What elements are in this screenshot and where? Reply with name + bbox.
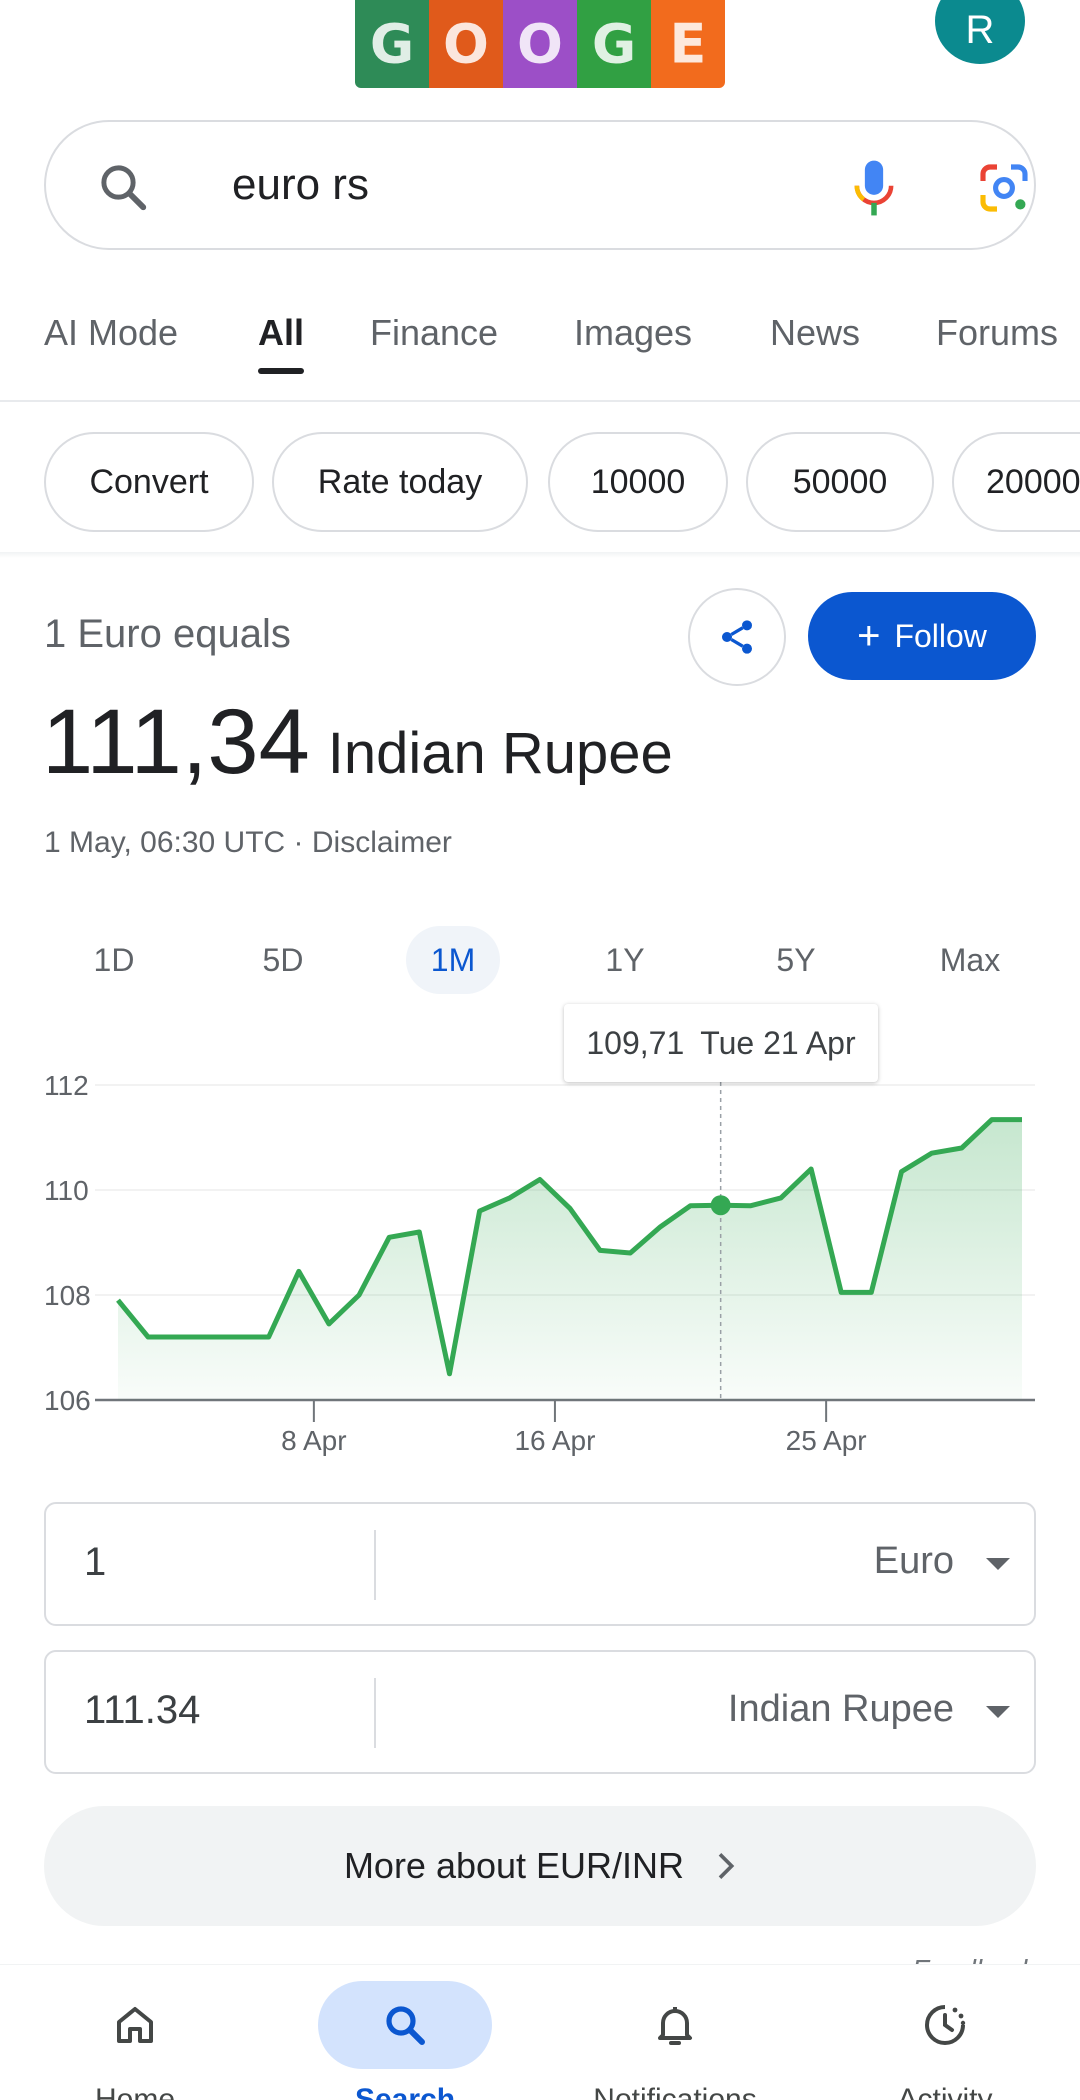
converter-to-row: 111.34 Indian Rupee [44,1650,1036,1774]
target-currency-name: Indian Rupee [327,721,673,786]
exchange-rate-value: 111,34 Indian Rupee [42,690,673,795]
tab-all[interactable]: All [258,312,304,354]
from-amount-input[interactable]: 1 [84,1540,106,1585]
bell-icon [658,2007,692,2045]
activity-icon [925,2005,966,2045]
tab-news[interactable]: News [770,312,860,354]
tooltip-date: Tue 21 Apr [700,1024,856,1061]
search-icon [386,2006,425,2045]
plus-icon: + [857,614,881,658]
y-tick-label: 112 [44,1070,89,1101]
nav-label: Activity [897,2083,993,2100]
range-5y[interactable]: 5Y [750,926,842,994]
search-box[interactable]: euro rs [44,120,1036,250]
x-tick-label: 25 Apr [786,1425,867,1456]
chip-50000[interactable]: 50000 [746,432,934,532]
x-tick-label: 16 Apr [514,1425,595,1456]
nav-activity[interactable]: Activity [810,1965,1080,2100]
search-icon [101,165,147,211]
tab-ai-mode[interactable]: AI Mode [44,312,178,354]
range-1m[interactable]: 1M [406,926,500,994]
exchange-rate-chart[interactable]: 106 108 110 112 8 Apr 16 Apr 25 Apr [0,1000,1080,1470]
y-tick-label: 106 [44,1385,91,1416]
converter-from-row: 1 Euro [44,1502,1036,1626]
tab-forums[interactable]: Forums [936,312,1058,354]
chevron-down-icon[interactable] [986,1558,1010,1570]
nav-label: Home [94,2083,176,2100]
home-icon [117,2007,153,2043]
chips-divider [0,552,1080,558]
tab-images[interactable]: Images [574,312,692,354]
range-1d[interactable]: 1D [70,926,158,994]
more-about-label: More about EUR/INR [343,1845,685,1886]
share-button[interactable] [688,588,786,686]
chevron-down-icon[interactable] [986,1706,1010,1718]
range-max[interactable]: Max [920,926,1020,994]
active-tab-indicator [258,368,304,374]
doodle-segment: O [429,0,503,88]
doodle-segment: G [577,0,651,88]
chip-20000[interactable]: 20000 [952,432,1080,532]
nav-notifications[interactable]: Notifications [540,1965,810,2100]
nav-label: Notifications [593,2083,757,2100]
nav-home[interactable]: Home [0,1965,270,2100]
field-divider [374,1530,376,1600]
bottom-navigation: Home Search Notifications Activity [0,1964,1080,2100]
chip-rate-today[interactable]: Rate today [272,432,528,532]
microphone-icon[interactable] [846,156,902,220]
doodle-segment: G [355,0,429,88]
share-icon [722,620,752,654]
chart-tooltip: 109,71 Tue 21 Apr [564,1004,878,1082]
rate-number: 111,34 [42,691,310,793]
field-divider [374,1678,376,1748]
nav-label: Search [354,2083,456,2100]
doodle-segment: O [503,0,577,88]
follow-button[interactable]: + Follow [808,592,1036,680]
range-5d[interactable]: 5D [238,926,328,994]
hover-point [710,1195,731,1216]
tooltip-value: 109,71 [586,1024,685,1061]
to-currency-select[interactable]: Indian Rupee [728,1688,954,1731]
google-doodle-logo[interactable]: G O O G E [355,0,725,88]
google-lens-icon[interactable] [976,160,1032,216]
series-area [118,1119,1022,1400]
rate-timestamp[interactable]: 1 May, 06:30 UTC · Disclaimer [44,826,452,860]
x-tick-label: 8 Apr [281,1425,346,1456]
range-1y[interactable]: 1Y [580,926,670,994]
y-tick-label: 110 [44,1175,89,1206]
search-query-text[interactable]: euro rs [232,160,369,210]
account-avatar[interactable]: R [935,0,1025,64]
currency-equals-label: 1 Euro equals [44,612,291,656]
avatar-initial: R [965,7,995,52]
search-tabs: AI Mode All Finance Images News Forums [0,300,1080,402]
chevron-right-icon [718,1853,735,1879]
follow-label: Follow [894,617,987,654]
nav-search[interactable]: Search [270,1965,540,2100]
doodle-segment: E [651,0,725,88]
suggestion-chips: Convert Rate today 10000 50000 20000 [0,432,1080,532]
chip-convert[interactable]: Convert [44,432,254,532]
to-amount-input[interactable]: 111.34 [84,1688,200,1733]
tab-finance[interactable]: Finance [370,312,498,354]
from-currency-select[interactable]: Euro [874,1540,954,1583]
chip-10000[interactable]: 10000 [548,432,728,532]
more-about-button[interactable]: More about EUR/INR [44,1806,1036,1926]
y-tick-label: 108 [44,1280,91,1311]
